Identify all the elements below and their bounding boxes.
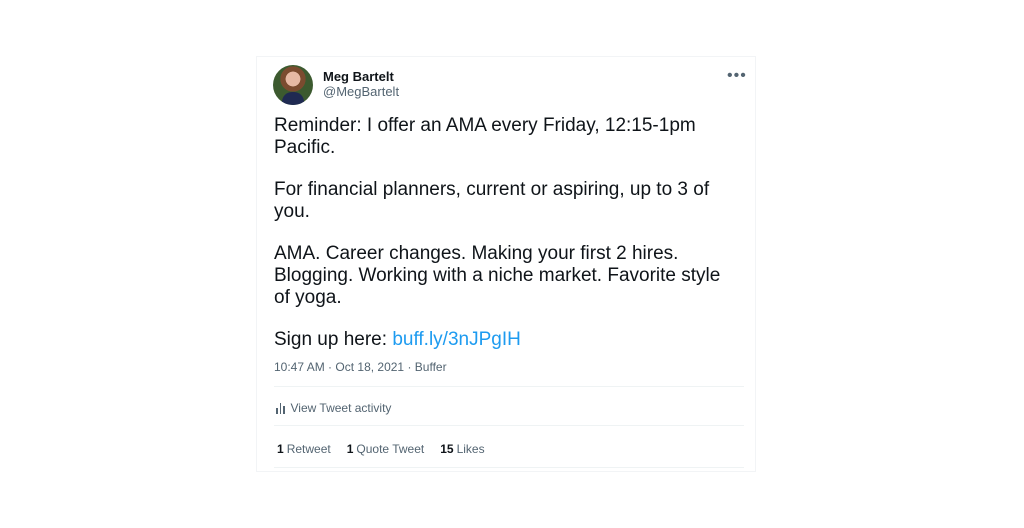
tweet-meta: 10:47 AM · Oct 18, 2021 · Buffer xyxy=(274,360,447,374)
tweet-paragraph: For financial planners, current or aspir… xyxy=(274,179,710,222)
view-activity-button[interactable]: View Tweet activity xyxy=(276,401,391,415)
quote-tweets-stat[interactable]: 1 Quote Tweet xyxy=(347,442,425,456)
avatar[interactable] xyxy=(273,65,313,105)
meta-separator: · xyxy=(407,360,412,374)
retweets-label: Retweet xyxy=(286,442,331,456)
tweet-date[interactable]: Oct 18, 2021 xyxy=(335,360,404,374)
divider xyxy=(274,467,744,468)
tweet-link[interactable]: buff.ly/3nJPgIH xyxy=(392,329,521,350)
likes-count: 15 xyxy=(440,442,454,456)
tweet-paragraph: AMA. Career changes. Making your first 2… xyxy=(274,243,721,308)
bar-chart-icon xyxy=(276,402,285,414)
retweets-count: 1 xyxy=(277,442,284,456)
tweet-text: Reminder: I offer an AMA every Friday, 1… xyxy=(274,115,734,371)
activity-label: View Tweet activity xyxy=(290,401,392,415)
tweet-card: Meg Bartelt @MegBartelt ••• Reminder: I … xyxy=(256,56,756,472)
likes-stat[interactable]: 15 Likes xyxy=(440,442,484,456)
tweet-time[interactable]: 10:47 AM xyxy=(274,360,325,374)
divider xyxy=(274,425,744,426)
meta-separator: · xyxy=(328,360,333,374)
author-name[interactable]: Meg Bartelt xyxy=(323,69,394,84)
likes-label: Likes xyxy=(456,442,485,456)
signup-prefix: Sign up here: xyxy=(274,329,393,350)
more-dots-icon[interactable]: ••• xyxy=(727,67,747,85)
tweet-paragraph: Reminder: I offer an AMA every Friday, 1… xyxy=(274,115,696,158)
quotes-label: Quote Tweet xyxy=(356,442,425,456)
quotes-count: 1 xyxy=(346,442,354,456)
tweet-stats: 1 Retweet 1 Quote Tweet 15 Likes xyxy=(277,442,485,456)
tweet-source[interactable]: Buffer xyxy=(415,360,447,374)
author-handle[interactable]: @MegBartelt xyxy=(323,84,399,99)
tweet-signup-line: Sign up here: buff.ly/3nJPgIH xyxy=(274,329,734,351)
divider xyxy=(274,386,744,387)
retweets-stat[interactable]: 1 Retweet xyxy=(277,442,331,456)
